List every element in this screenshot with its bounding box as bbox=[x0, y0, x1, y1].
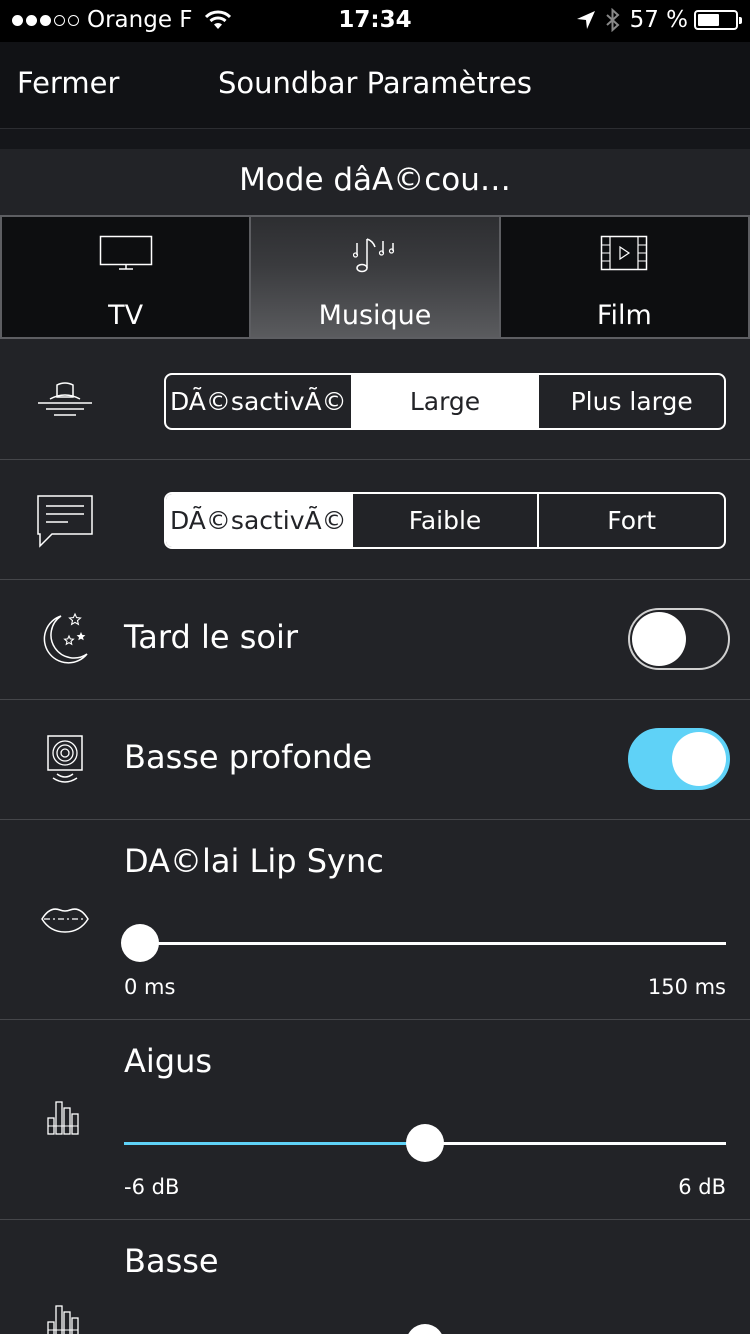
slider-min-label: -6 dB bbox=[124, 1175, 180, 1199]
lip-sync-label: DA©lai Lip Sync bbox=[124, 842, 384, 880]
mode-tab-music[interactable]: Musique bbox=[249, 217, 499, 337]
slider-thumb[interactable] bbox=[406, 1124, 444, 1162]
slider-max-label: 6 dB bbox=[678, 1175, 726, 1199]
surround-option-wider[interactable]: Plus large bbox=[537, 375, 724, 428]
dialogue-option-low[interactable]: Faible bbox=[350, 494, 538, 547]
surround-segmented-control: DÃ©sactivÃ© Large Plus large bbox=[164, 373, 726, 430]
status-bar: Orange F 17:34 57 % bbox=[0, 0, 750, 42]
dialogue-segmented-control: DÃ©sactivÃ© Faible Fort bbox=[164, 492, 726, 549]
mode-tab-label: Film bbox=[596, 300, 652, 331]
equalizer-icon bbox=[46, 1100, 84, 1140]
bluetooth-icon bbox=[605, 8, 620, 32]
deep-bass-toggle[interactable] bbox=[628, 728, 730, 790]
battery-icon bbox=[694, 10, 742, 30]
lip-sync-row: DA©lai Lip Sync 0 ms 150 ms bbox=[0, 820, 750, 1020]
surround-option-off[interactable]: DÃ©sactivÃ© bbox=[166, 375, 351, 428]
location-arrow-icon bbox=[576, 10, 596, 30]
page-title: Soundbar Paramètres bbox=[218, 66, 532, 100]
equalizer-icon bbox=[46, 1304, 84, 1334]
navigation-bar: Fermer Soundbar Paramètres bbox=[0, 42, 750, 129]
late-night-label: Tard le soir bbox=[124, 618, 298, 656]
slider-max-label: 150 ms bbox=[647, 975, 726, 999]
music-notes-icon bbox=[352, 235, 397, 275]
slider-thumb[interactable] bbox=[406, 1324, 444, 1334]
subwoofer-icon bbox=[45, 734, 85, 792]
film-icon bbox=[600, 235, 648, 275]
mode-tab-label: TV bbox=[108, 300, 144, 331]
mode-tab-film[interactable]: Film bbox=[498, 217, 750, 337]
deep-bass-row: Basse profonde bbox=[0, 700, 750, 820]
deep-bass-label: Basse profonde bbox=[124, 738, 373, 776]
tv-icon bbox=[99, 235, 153, 275]
treble-label: Aigus bbox=[124, 1042, 213, 1080]
moon-stars-icon bbox=[35, 610, 95, 674]
bass-row: Basse bbox=[0, 1220, 750, 1334]
treble-row: Aigus -6 dB 6 dB bbox=[0, 1020, 750, 1220]
slider-thumb[interactable] bbox=[121, 924, 159, 962]
lips-icon bbox=[40, 904, 90, 938]
dialogue-option-off[interactable]: DÃ©sactivÃ© bbox=[166, 494, 351, 547]
late-night-row: Tard le soir bbox=[0, 580, 750, 700]
sound-mode-selector: TV Musique Film bbox=[0, 215, 750, 339]
dialogue-row: DÃ©sactivÃ© Faible Fort bbox=[0, 460, 750, 580]
section-divider bbox=[0, 129, 750, 149]
mode-tab-label: Musique bbox=[318, 300, 432, 331]
surround-option-wide[interactable]: Large bbox=[350, 375, 538, 428]
surround-row: DÃ©sactivÃ© Large Plus large bbox=[0, 339, 750, 460]
lip-sync-slider[interactable] bbox=[121, 924, 726, 962]
surround-icon bbox=[36, 379, 94, 423]
late-night-toggle[interactable] bbox=[628, 608, 730, 670]
sound-mode-title: Mode dâA©cou… bbox=[0, 149, 750, 215]
slider-min-label: 0 ms bbox=[124, 975, 176, 999]
speech-bubble-icon bbox=[36, 494, 94, 552]
mode-tab-tv[interactable]: TV bbox=[0, 217, 250, 337]
battery-percent: 57 % bbox=[629, 7, 688, 33]
dialogue-option-high[interactable]: Fort bbox=[537, 494, 724, 547]
treble-slider[interactable] bbox=[124, 1124, 726, 1162]
bass-label: Basse bbox=[124, 1242, 219, 1280]
